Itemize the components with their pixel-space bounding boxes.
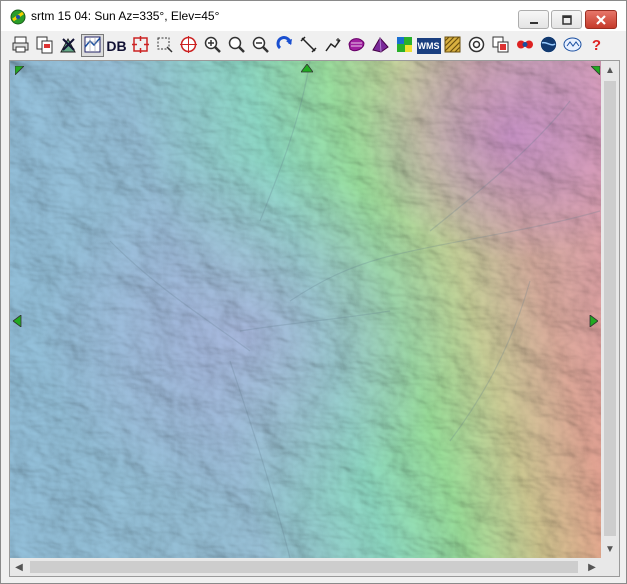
target-button[interactable] — [177, 34, 200, 57]
map-grid-icon — [83, 35, 102, 57]
zoom-extent-button[interactable] — [129, 34, 152, 57]
print-icon — [11, 35, 30, 57]
map-frame: ▲ ▼ ◀ ▶ — [9, 60, 620, 577]
zoom-out-button[interactable] — [249, 34, 272, 57]
circle-target-icon — [467, 35, 486, 57]
minimize-icon — [529, 21, 538, 24]
title-bar[interactable]: srtm 15 04: Sun Az=335°, Elev=45° — [1, 1, 626, 31]
redraw-icon — [275, 35, 294, 57]
app-logo-icon — [10, 9, 26, 25]
shaded-relief-map[interactable] — [10, 61, 601, 558]
scroll-left-icon[interactable]: ◀ — [10, 558, 28, 576]
copy-image-icon — [35, 35, 54, 57]
texture-button[interactable] — [441, 34, 464, 57]
horizontal-scrollbar[interactable]: ◀ ▶ — [10, 558, 601, 576]
zoom-in-icon — [203, 35, 222, 57]
database-button-label: DB — [106, 37, 127, 54]
overlay-icon — [491, 35, 510, 57]
globe-icon — [539, 35, 558, 57]
close-button[interactable] — [585, 10, 617, 29]
wms-button-button[interactable]: WMS — [416, 34, 441, 57]
map-tools-icon — [59, 35, 78, 57]
measure-path-icon — [323, 35, 342, 57]
map-tools-button[interactable] — [57, 34, 80, 57]
globe-button[interactable] — [537, 34, 560, 57]
toolbar: DB WMS? — [9, 33, 621, 58]
map-grid-button[interactable] — [81, 34, 104, 57]
measure-distance-icon — [299, 35, 318, 57]
web-logo-icon — [563, 35, 582, 57]
dual-circles-icon — [515, 35, 534, 57]
scroll-up-icon[interactable]: ▲ — [601, 61, 619, 79]
size-grip[interactable] — [601, 558, 619, 576]
window-title: srtm 15 04: Sun Az=335°, Elev=45° — [31, 9, 220, 23]
terrain-image — [10, 61, 601, 558]
wms-button-label: WMS — [416, 37, 441, 54]
measure-distance-button[interactable] — [297, 34, 320, 57]
copy-image-button[interactable] — [33, 34, 56, 57]
zoom-out-icon — [251, 35, 270, 57]
color-map-button[interactable] — [393, 34, 416, 57]
purple-shape-icon — [347, 35, 366, 57]
zoom-full-button[interactable] — [225, 34, 248, 57]
texture-icon — [443, 35, 462, 57]
overlay-button[interactable] — [489, 34, 512, 57]
3d-view-button[interactable] — [369, 34, 392, 57]
close-icon — [596, 14, 606, 25]
horizontal-scroll-thumb[interactable] — [30, 561, 578, 573]
scroll-right-icon[interactable]: ▶ — [583, 558, 601, 576]
redraw-button[interactable] — [273, 34, 296, 57]
select-area-button[interactable] — [153, 34, 176, 57]
zoom-in-button[interactable] — [201, 34, 224, 57]
scroll-down-icon[interactable]: ▼ — [601, 540, 619, 558]
app-window: srtm 15 04: Sun Az=335°, Elev=45° DB WMS? — [0, 0, 627, 584]
select-area-icon — [155, 35, 174, 57]
print-button[interactable] — [9, 34, 32, 57]
vertical-scrollbar[interactable]: ▲ ▼ — [601, 61, 619, 558]
measure-path-button[interactable] — [321, 34, 344, 57]
purple-shape-button[interactable] — [345, 34, 368, 57]
maximize-button[interactable] — [551, 10, 582, 29]
help-button[interactable]: ? — [585, 34, 608, 57]
circle-target-button[interactable] — [465, 34, 488, 57]
zoom-full-icon — [227, 35, 246, 57]
vertical-scroll-thumb[interactable] — [604, 81, 616, 536]
maximize-icon — [561, 14, 572, 25]
database-button-button[interactable]: DB — [105, 34, 128, 57]
dual-circles-button[interactable] — [513, 34, 536, 57]
target-icon — [179, 35, 198, 57]
minimize-button[interactable] — [518, 10, 549, 29]
3d-view-icon — [371, 35, 390, 57]
zoom-extent-icon — [131, 35, 150, 57]
web-logo-button[interactable] — [561, 34, 584, 57]
help-icon-label: ? — [591, 37, 602, 54]
color-map-icon — [395, 35, 414, 57]
